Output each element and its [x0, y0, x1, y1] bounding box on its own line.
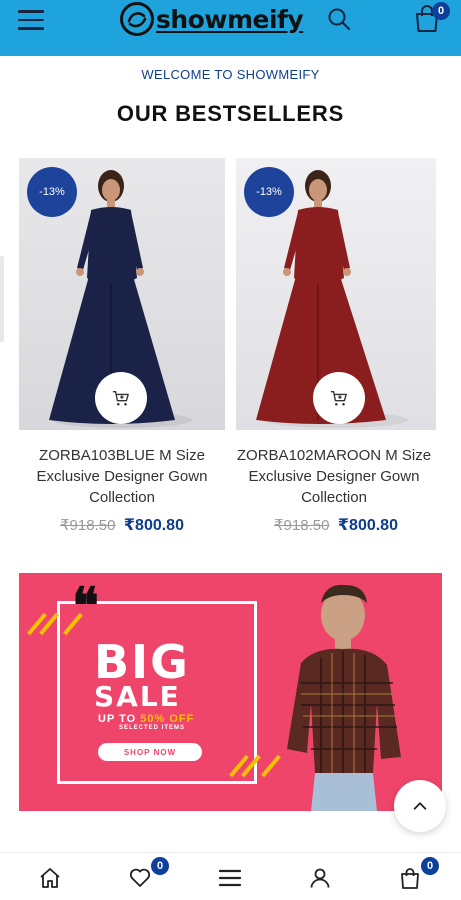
cart-plus-icon: [112, 391, 129, 406]
shop-now-button[interactable]: SHOP NOW: [98, 743, 202, 761]
original-price: ₹918.50: [60, 517, 116, 534]
offer-prefix: UP TO: [98, 713, 141, 725]
nav-wishlist[interactable]: 0: [125, 857, 169, 893]
home-icon: [40, 868, 60, 888]
product-image[interactable]: -13%: [19, 158, 225, 430]
sale-price: ₹800.80: [337, 517, 398, 534]
cart-count-badge: 0: [421, 857, 439, 875]
hamburger-menu-icon[interactable]: [18, 10, 44, 30]
product-name[interactable]: ZORBA102MAROON M Size Exclusive Designer…: [228, 445, 440, 508]
product-image[interactable]: -13%: [236, 158, 436, 430]
cart-plus-icon: [330, 391, 347, 406]
product-name[interactable]: ZORBA103BLUE M Size Exclusive Designer G…: [13, 445, 231, 508]
offer-highlight: 50% OFF: [140, 713, 195, 725]
heart-icon: [129, 868, 151, 887]
product-card[interactable]: -13% ZORBA103BLUE M Size Exclusive Desig…: [19, 158, 225, 534]
user-icon: [310, 868, 330, 888]
add-to-cart-button[interactable]: [313, 372, 365, 424]
banner-offer-text: UP TO 50% OFF: [98, 713, 194, 725]
edge-handle[interactable]: [0, 256, 4, 342]
product-price: ₹918.50 ₹800.80: [19, 515, 225, 535]
nav-home[interactable]: [35, 863, 65, 893]
cart-count-badge: 0: [432, 2, 450, 20]
add-to-cart-button[interactable]: [95, 372, 147, 424]
discount-badge: -13%: [27, 167, 77, 217]
nav-menu[interactable]: [215, 863, 245, 893]
menu-icon: [218, 869, 242, 887]
discount-badge: -13%: [244, 167, 294, 217]
banner-sale-text: SALE: [94, 680, 181, 713]
nav-account[interactable]: [305, 863, 335, 893]
brand-logo[interactable]: showmeify: [120, 0, 304, 38]
product-card[interactable]: -13% ZORBA102MAROON M Size Exclusive Des…: [236, 158, 436, 534]
sale-price: ₹800.80: [123, 517, 184, 534]
bottom-navigation: 0 0: [0, 852, 461, 900]
chevron-up-icon: [413, 802, 427, 810]
app-header: showmeify 0: [0, 0, 461, 56]
header-cart-button[interactable]: 0: [412, 2, 450, 34]
wishlist-count-badge: 0: [151, 857, 169, 875]
logo-mark-icon: [120, 2, 154, 36]
section-title: OUR BESTSELLERS: [116, 101, 345, 126]
banner-selected-items: SELECTED ITEMS: [119, 725, 186, 731]
brand-name: showmeify: [156, 4, 304, 34]
big-sale-banner[interactable]: ❝ BIG SALE UP TO 50% OFF SELECTED ITEMS …: [19, 573, 442, 811]
product-price: ₹918.50 ₹800.80: [236, 515, 436, 535]
original-price: ₹918.50: [274, 517, 330, 534]
model-man-image: [287, 584, 401, 811]
welcome-text: WELCOME TO SHOWMEIFY: [141, 67, 320, 82]
search-icon[interactable]: [326, 6, 352, 32]
cart-icon: [401, 868, 419, 889]
scroll-to-top-button[interactable]: [394, 780, 446, 832]
nav-cart[interactable]: 0: [395, 857, 439, 893]
quote-mark-icon: ❝: [72, 576, 99, 635]
